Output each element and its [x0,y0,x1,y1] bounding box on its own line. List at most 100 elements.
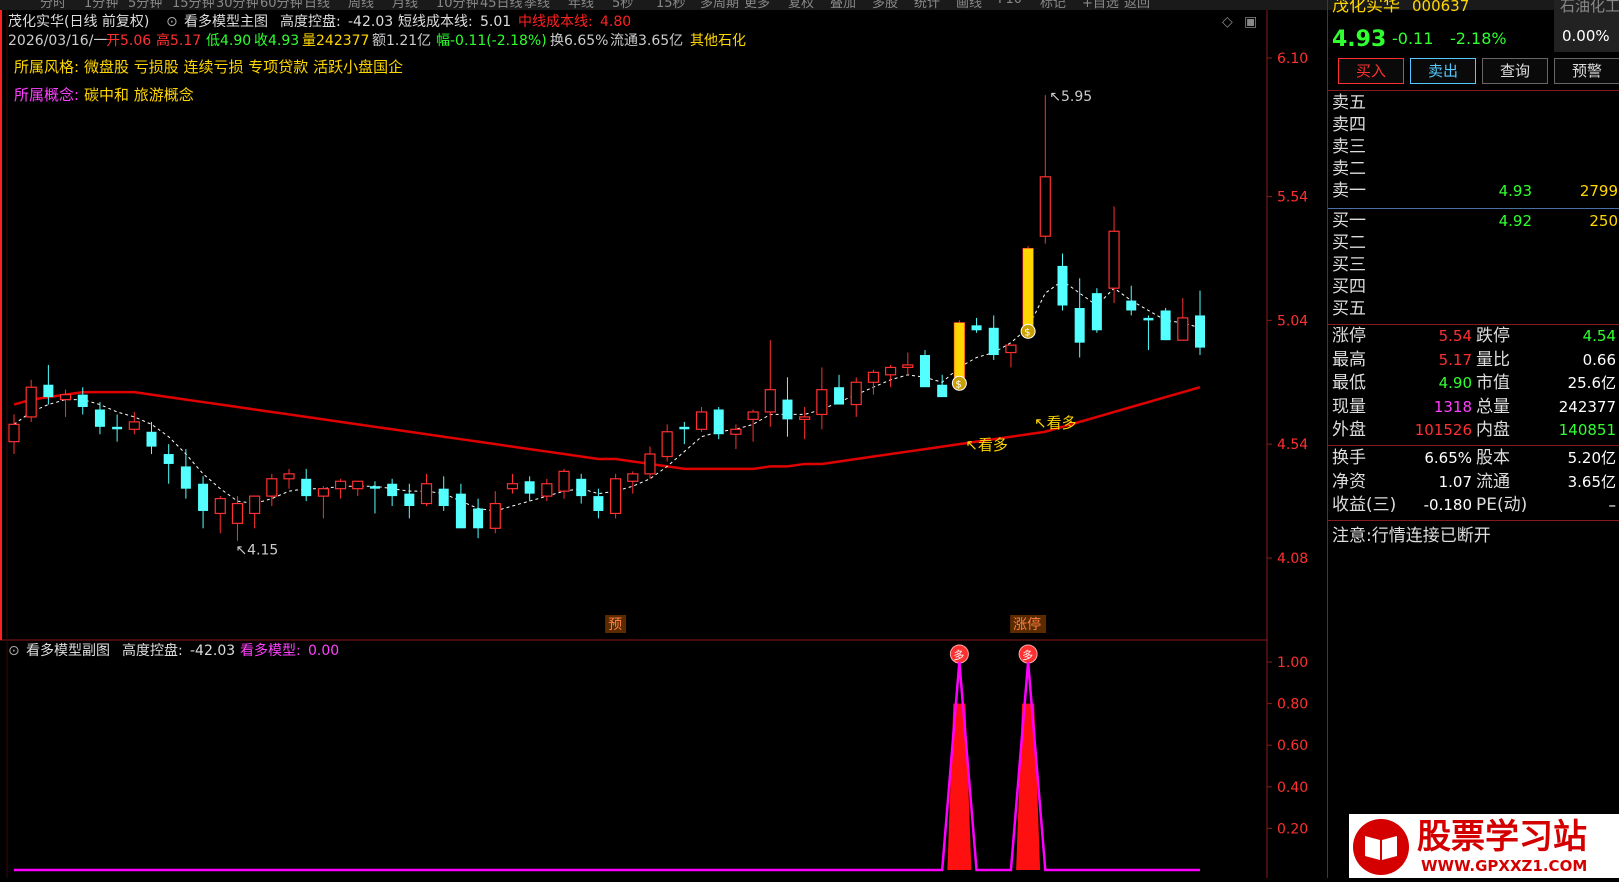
toolbar-item[interactable]: 1分钟 [84,0,118,10]
toolbar-item[interactable]: 月线 [392,0,418,10]
candle-body [180,466,191,489]
indicator-collapse-icon[interactable]: ⊙ [166,14,178,30]
order-row: 买二 [1328,232,1619,255]
toolbar-item[interactable]: 10分钟 [436,0,479,10]
toolbar-item[interactable]: 30分钟 [216,0,259,10]
bar-low: 低4.90 [206,33,252,49]
stat-row: 现量 1318 总量 242377 [1328,396,1619,419]
candle-body [438,488,449,507]
divider [1328,445,1619,446]
model-peak-glyph: 多 [953,648,964,662]
stat-value: 4.54 [1582,327,1616,345]
tag-pct: 0.00% [1562,27,1610,45]
bar-high: 高5.17 [156,33,202,49]
toolbar-item[interactable]: 分时 [40,0,66,10]
alert-button[interactable]: 预警 [1554,58,1619,84]
toolbar-item[interactable]: 多周期 [700,0,739,10]
order-row: 卖三 [1328,136,1619,159]
stat-label: 流通 [1476,471,1510,492]
connection-notice: 注意:行情连接已断开 [1332,526,1491,546]
stat-value: -0.180 [1423,496,1472,514]
candle-body [695,411,708,430]
candle-body [867,371,880,383]
toolbar-item[interactable]: 5秒 [612,0,633,10]
indicator-name[interactable]: 看多模型主图 [184,14,268,30]
candle-body [334,480,347,490]
toolbar-item[interactable]: 5分钟 [128,0,162,10]
model-bar [1016,703,1041,870]
style-value: 微盘股 亏损股 连续亏损 专项贷款 活跃小盘国企 [84,58,404,76]
toolbar-item[interactable]: 15分钟 [172,0,215,10]
toolbar-item[interactable]: 叠加 [830,0,856,10]
sub-title[interactable]: 看多模型副图 [26,643,110,659]
candle-body [1091,293,1102,331]
candle-body [576,478,587,497]
toolbar-item[interactable]: 季线 [524,0,550,10]
toolbar-item[interactable]: 复权 [788,0,814,10]
diamond-icon[interactable]: ◇ [1222,14,1233,30]
order-row: 卖二 [1328,158,1619,181]
bar-volume: 量242377 [302,33,370,49]
toolbar-item[interactable]: 45日线 [480,0,523,10]
price-change: -0.11 [1392,29,1434,48]
style-label: 所属风格: [14,58,80,76]
stock-name: 茂化实华 [1332,0,1400,16]
toolbar-item[interactable]: 画线 [956,0,982,10]
toolbar-item[interactable]: 更多 [744,0,770,10]
toolbar-item[interactable]: 返回 [1124,0,1150,10]
order-label: 卖三 [1332,137,1366,157]
panel-toggle-icon[interactable]: ▣ [1244,14,1257,30]
toolbar-item[interactable]: 日线 [304,0,330,10]
order-label: 卖二 [1332,159,1366,179]
candle-body [919,355,930,388]
candle-body [198,483,209,511]
toolbar-item[interactable]: +自选 [1082,0,1119,10]
order-label: 买一 [1332,211,1366,231]
toolbar-item[interactable]: F10 [998,0,1022,7]
candle-body [902,364,914,369]
candle-body [1177,317,1189,341]
order-label: 买五 [1332,299,1366,319]
toolbar-item[interactable]: 标记 [1040,0,1066,10]
stat-value: 140851 [1558,421,1616,439]
toolbar-item[interactable]: 多股 [872,0,898,10]
kline-chart[interactable]: 6.10 5.54 5.04 4.54 4.08 $ $ ↖5.95 ↖4.15 ↖看多 ↖看多预 涨… [0,0,1327,878]
candle-body [94,409,105,427]
sector-box: 石油化工 0.00% [1554,0,1619,52]
sub-tick-label: 0.60 [1277,738,1308,754]
candle-body [524,481,535,494]
stat-value: 25.6亿 [1567,374,1616,392]
stock-code: 000637 [1412,0,1470,15]
candle-body [59,394,72,401]
candle-body [249,495,261,515]
candle-body [112,426,123,430]
bar-sector: 其他石化 [690,33,746,49]
order-label: 买三 [1332,255,1366,275]
toolbar-item[interactable]: 周线 [348,0,374,10]
sub-collapse-icon[interactable]: ⊙ [8,643,20,659]
sell-button[interactable]: 卖出 [1410,58,1476,84]
candle-body [43,384,54,398]
toolbar-item[interactable]: 60分钟 [260,0,303,10]
stat-value: – [1608,496,1617,514]
candle-body [387,483,398,497]
candle-body [834,387,845,405]
toolbar-item[interactable]: 年线 [568,0,594,10]
query-button[interactable]: 查询 [1482,58,1548,84]
buy-button[interactable]: 买入 [1338,58,1404,84]
model-bar [947,703,972,870]
watermark-text: 股票学习站 [1417,817,1587,857]
mid-cost-label: 中线成本线: [518,14,593,30]
order-row: 买三 [1328,254,1619,277]
coin-icon-glyph: $ [1024,327,1030,338]
stat-label: 涨停 [1332,326,1366,346]
candle-body [506,483,519,490]
sub-tick-label: 0.20 [1277,821,1308,837]
candle-body [283,473,295,480]
chart-area[interactable]: 6.10 5.54 5.04 4.54 4.08 $ $ ↖5.95 ↖4.15 ↖看多 ↖看多预 涨… [0,0,1327,878]
price-tick-label: 5.04 [1277,313,1308,329]
toolbar-item[interactable]: 统计 [914,0,940,10]
toolbar-item[interactable]: 15秒 [656,0,686,10]
mid-cost-line [13,386,1201,471]
bar-change: 幅-0.11(-2.18%) [436,33,547,49]
